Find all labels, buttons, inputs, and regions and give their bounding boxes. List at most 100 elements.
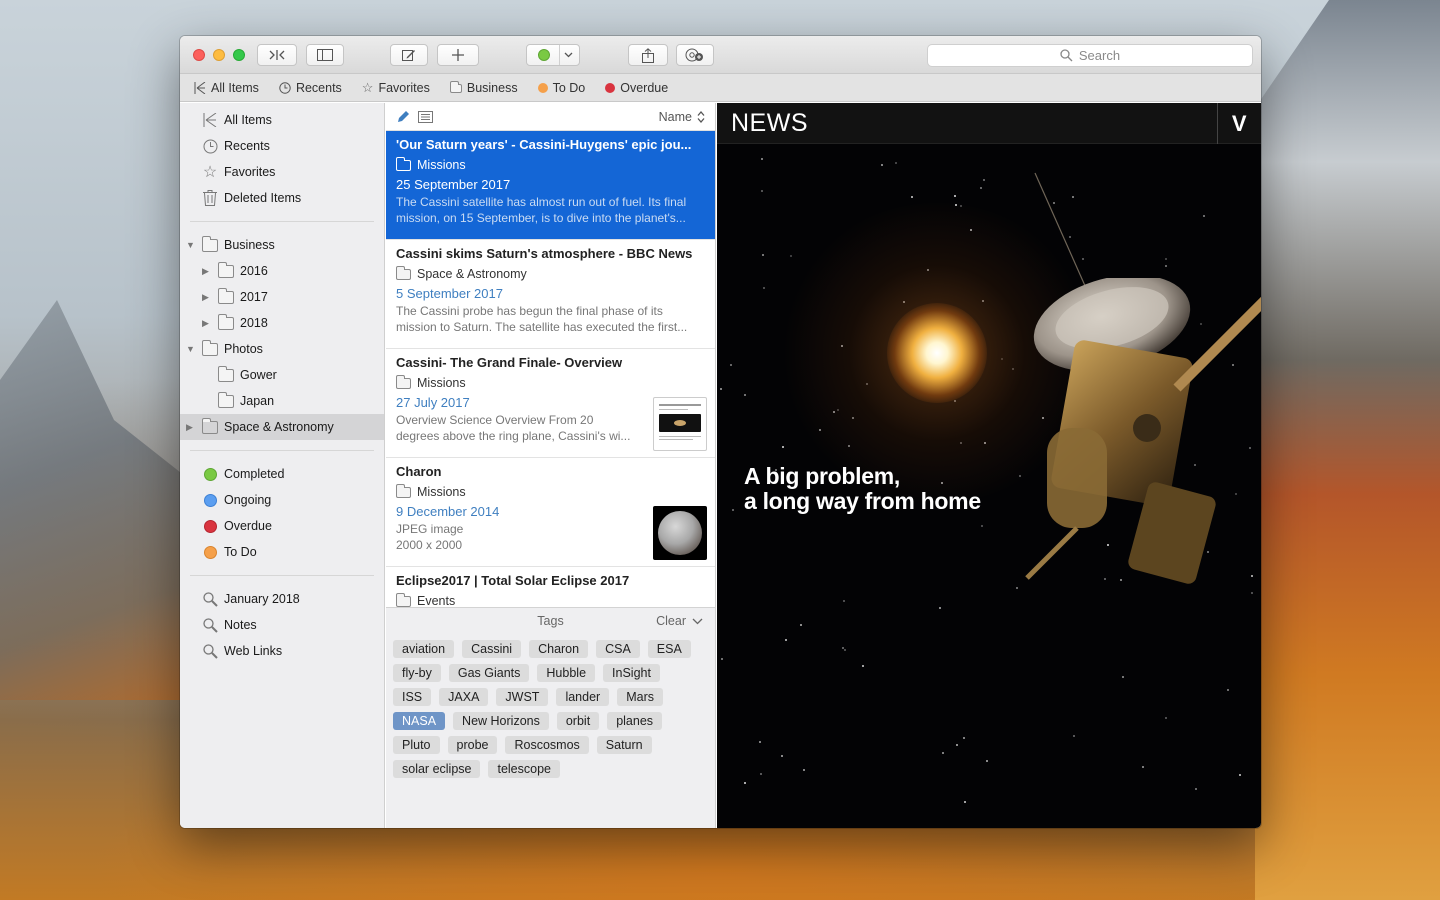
folder-icon xyxy=(202,339,218,356)
tag-chip[interactable]: Pluto xyxy=(393,736,440,754)
tag-chip[interactable]: ESA xyxy=(647,640,691,658)
titlebar: Search xyxy=(180,36,1261,74)
disclosure-closed-icon[interactable]: ▶ xyxy=(186,422,193,433)
sidebar-search-notes[interactable]: Notes xyxy=(180,612,384,638)
list-item[interactable]: Cassini- The Grand Finale- Overview Miss… xyxy=(386,349,715,458)
sort-selector[interactable]: Name xyxy=(659,110,705,124)
status-picker[interactable] xyxy=(526,44,580,66)
sidebar-folder-2016[interactable]: ▶ 2016 xyxy=(180,258,384,284)
smart-search-icon xyxy=(202,643,218,659)
sidebar-item-deleted-items[interactable]: Deleted Items xyxy=(180,185,384,211)
tag-chip[interactable]: planes xyxy=(607,712,663,730)
clear-tags-button[interactable]: Clear xyxy=(656,614,686,628)
disclosure-closed-icon[interactable]: ▶ xyxy=(202,292,209,303)
tag-chip[interactable]: aviation xyxy=(393,640,455,658)
chevron-down-icon[interactable] xyxy=(692,618,703,625)
list-item[interactable]: Cassini skims Saturn's atmosphere - BBC … xyxy=(386,240,715,349)
favbar-item-to-do[interactable]: To Do xyxy=(537,81,585,95)
sidebar-item-recents[interactable]: Recents xyxy=(180,133,384,159)
sidebar-item-all-items[interactable]: All Items xyxy=(180,107,384,133)
sidebar-item-favorites[interactable]: ☆ Favorites xyxy=(180,159,384,185)
add-button[interactable] xyxy=(437,44,479,66)
folder-icon xyxy=(396,374,411,389)
toggle-library-button[interactable] xyxy=(257,44,297,66)
list-item[interactable]: Eclipse2017 | Total Solar Eclipse 2017 E… xyxy=(386,567,715,607)
tag-chip[interactable]: telescope xyxy=(488,760,560,778)
list-item[interactable]: Charon Missions 9 December 2014 JPEG ima… xyxy=(386,458,715,567)
share-button[interactable] xyxy=(628,44,668,66)
sidebar-search-web-links[interactable]: Web Links xyxy=(180,638,384,664)
tag-chip[interactable]: lander xyxy=(556,688,610,706)
search-input[interactable]: Search xyxy=(927,44,1253,67)
clock-icon xyxy=(202,138,218,154)
tag-chip[interactable]: Charon xyxy=(529,640,589,658)
favbar-item-business[interactable]: Business xyxy=(449,81,518,95)
tag-chip[interactable]: CSA xyxy=(596,640,640,658)
favbar-item-overdue[interactable]: Overdue xyxy=(605,81,668,95)
todo-dot-icon xyxy=(203,545,217,559)
sort-updown-icon xyxy=(697,110,705,123)
sidebar-folder-japan[interactable]: Japan xyxy=(180,388,384,414)
tag-add-icon xyxy=(685,48,703,62)
tag-chip[interactable]: InSight xyxy=(603,664,660,682)
sidebar-folder-photos[interactable]: ▼ Photos xyxy=(180,336,384,362)
search-placeholder: Search xyxy=(1078,48,1121,63)
list-view-icon[interactable] xyxy=(418,110,433,123)
tag-chip[interactable]: JWST xyxy=(496,688,549,706)
tag-chip[interactable]: ISS xyxy=(393,688,432,706)
sidebar-status-completed[interactable]: Completed xyxy=(180,461,384,487)
add-tag-button[interactable] xyxy=(676,44,714,66)
tag-chip[interactable]: orbit xyxy=(556,712,600,730)
toggle-sidebar-button[interactable] xyxy=(306,44,344,66)
pencil-icon[interactable] xyxy=(396,110,410,124)
close-window-button[interactable] xyxy=(193,49,205,61)
tag-chip[interactable]: Hubble xyxy=(537,664,596,682)
disclosure-open-icon[interactable]: ▼ xyxy=(186,344,195,354)
completed-dot-icon xyxy=(203,467,217,481)
favbar-item-recents[interactable]: Recents xyxy=(279,81,342,95)
favbar-item-all-items[interactable]: All Items xyxy=(194,81,259,95)
tag-chip[interactable]: Saturn xyxy=(596,736,652,754)
sidebar-status-ongoing[interactable]: Ongoing xyxy=(180,487,384,513)
clock-icon xyxy=(279,81,291,94)
tag-chip[interactable]: Roscosmos xyxy=(505,736,589,754)
favbar-item-favorites[interactable]: ☆ Favorites xyxy=(362,80,430,96)
trash-icon xyxy=(202,190,218,206)
tag-chip[interactable]: New Horizons xyxy=(453,712,549,730)
tag-chip[interactable]: fly-by xyxy=(393,664,441,682)
sidebar-folder-gower[interactable]: Gower xyxy=(180,362,384,388)
tag-chip[interactable]: JAXA xyxy=(439,688,489,706)
disclosure-open-icon[interactable]: ▼ xyxy=(186,240,195,250)
zoom-window-button[interactable] xyxy=(233,49,245,61)
sidebar-folder-business[interactable]: ▼ Business xyxy=(180,232,384,258)
folder-icon xyxy=(202,417,218,434)
sidebar-status-to-do[interactable]: To Do xyxy=(180,539,384,565)
tag-chip[interactable]: Cassini xyxy=(462,640,522,658)
sidebar-status-overdue[interactable]: Overdue xyxy=(180,513,384,539)
tag-chip-selected[interactable]: NASA xyxy=(393,712,446,730)
sidebar-folder-2017[interactable]: ▶ 2017 xyxy=(180,284,384,310)
tag-chip[interactable]: solar eclipse xyxy=(393,760,481,778)
new-note-button[interactable] xyxy=(390,44,428,66)
sidebar-folder-2018[interactable]: ▶ 2018 xyxy=(180,310,384,336)
disclosure-closed-icon[interactable]: ▶ xyxy=(202,318,209,329)
list-item[interactable]: 'Our Saturn years' - Cassini-Huygens' ep… xyxy=(386,131,715,240)
tag-chip[interactable]: Mars xyxy=(617,688,663,706)
tag-chip[interactable]: Gas Giants xyxy=(448,664,530,682)
document-thumbnail xyxy=(653,397,707,451)
disclosure-closed-icon[interactable]: ▶ xyxy=(202,266,209,277)
minimize-window-button[interactable] xyxy=(213,49,225,61)
sidebar-divider xyxy=(190,575,374,576)
desktop-mountain-right xyxy=(1255,0,1440,900)
tag-chip[interactable]: probe xyxy=(447,736,498,754)
desktop-mountain-left xyxy=(0,300,190,700)
folder-icon xyxy=(396,592,411,607)
plus-icon xyxy=(452,49,464,61)
share-icon xyxy=(642,47,654,63)
all-items-icon xyxy=(202,112,218,128)
sidebar-search-january-2018[interactable]: January 2018 xyxy=(180,586,384,612)
sidebar-folder-space-astronomy[interactable]: ▶ Space & Astronomy xyxy=(180,414,384,440)
article-headline[interactable]: A big problem, a long way from home xyxy=(744,464,981,514)
item-snippet: The Cassini satellite has almost run out… xyxy=(396,195,687,225)
web-preview[interactable]: NEWS V A big problem, a long way from ho… xyxy=(717,103,1261,828)
